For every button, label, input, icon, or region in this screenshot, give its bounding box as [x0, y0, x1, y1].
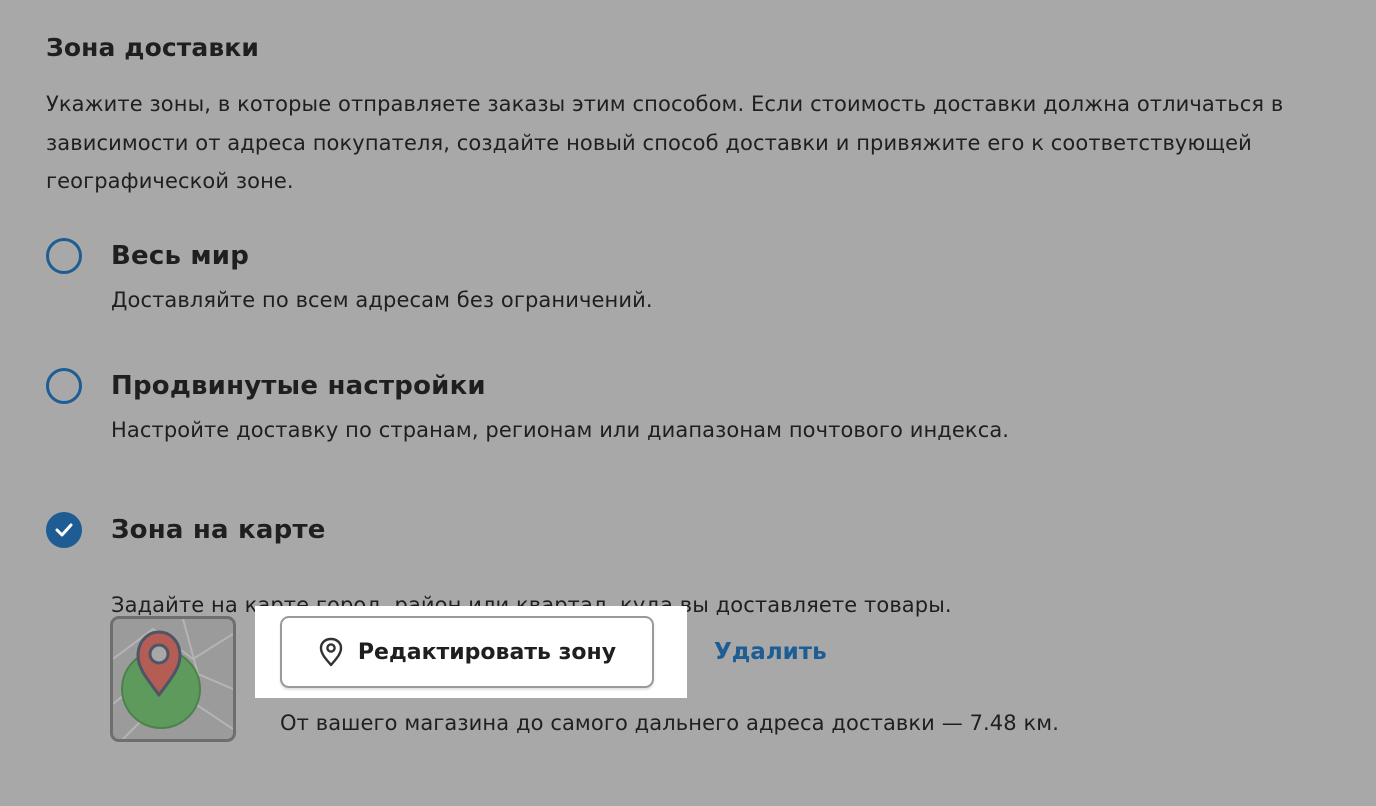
map-pin-icon — [113, 619, 233, 739]
option-description: Доставляйте по всем адресам без ограниче… — [111, 288, 653, 312]
check-icon — [55, 523, 73, 537]
delete-zone-link[interactable]: Удалить — [714, 634, 827, 670]
edit-zone-button[interactable]: Редактировать зону — [280, 616, 654, 688]
location-pin-icon — [318, 637, 344, 667]
radio-whole-world[interactable] — [46, 238, 82, 274]
map-thumbnail — [110, 616, 236, 742]
distance-note: От вашего магазина до самого дальнего ад… — [280, 711, 1060, 735]
radio-advanced-settings[interactable] — [46, 368, 82, 404]
option-title: Весь мир — [111, 241, 250, 271]
edit-zone-label: Редактировать зону — [357, 639, 617, 665]
radio-map-zone[interactable] — [46, 512, 82, 548]
section-description: Укажите зоны, в которые отправляете зака… — [46, 92, 1284, 193]
option-title: Зона на карте — [111, 515, 326, 545]
option-title: Продвинутые настройки — [111, 371, 486, 401]
section-title: Зона доставки — [46, 33, 259, 62]
delivery-zone-section: Зона доставки Укажите зоны, в которые от… — [46, 28, 1346, 617]
option-description: Настройте доставку по странам, регионам … — [111, 418, 1010, 442]
